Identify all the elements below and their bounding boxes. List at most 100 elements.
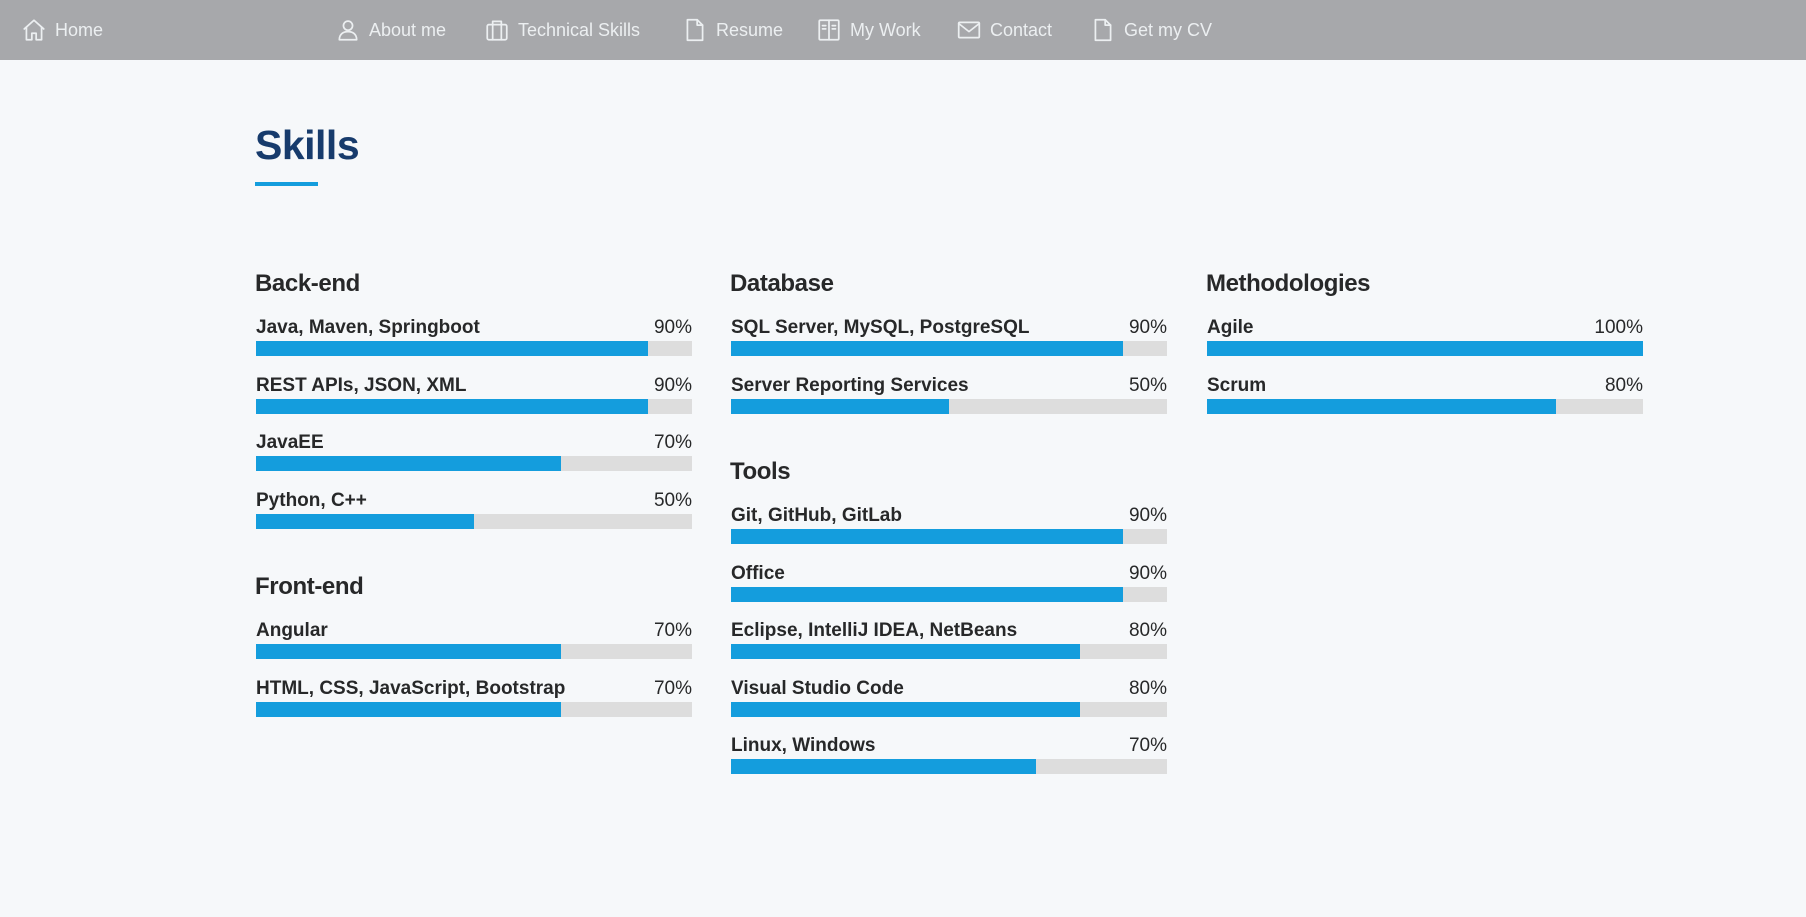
skill-item: Visual Studio Code 80% [730, 677, 1167, 735]
skill-progress-track [256, 701, 692, 717]
skill-progress-track [256, 644, 692, 659]
skill-progress-track [1207, 341, 1643, 356]
top-navigation: Home About me Technical Skills Resume My… [0, 0, 1806, 60]
skill-percent: 70% [653, 620, 692, 641]
skill-percent: 80% [1128, 620, 1167, 641]
skill-percent: 70% [653, 677, 692, 699]
home-icon [23, 19, 45, 41]
skill-item: Angular 70% [255, 619, 692, 677]
skill-progress-fill [256, 456, 562, 471]
skill-name: Office [731, 562, 785, 584]
envelope-icon [957, 21, 981, 39]
skill-item: HTML, CSS, JavaScript, Bootstrap 70% [255, 677, 692, 735]
skill-group-tools: Tools Git, GitHub, GitLab 90% Office 90%… [730, 454, 1167, 792]
skill-item: SQL Server, MySQL, PostgreSQL 90% [730, 316, 1167, 374]
skill-progress-fill [256, 513, 474, 529]
skill-progress-fill [256, 644, 562, 659]
skill-percent: 90% [653, 317, 692, 338]
skill-progress-fill [731, 529, 1124, 544]
skill-item: JavaEE 70% [255, 431, 692, 489]
skill-name: Git, GitHub, GitLab [731, 505, 902, 526]
skill-group-title: Methodologies [1206, 270, 1371, 297]
skill-progress-fill [731, 341, 1124, 356]
skill-progress-track [256, 456, 692, 471]
skill-name: Linux, Windows [731, 735, 876, 756]
skill-group-methodologies: Methodologies Agile 100% Scrum 80% [1206, 266, 1643, 431]
skill-progress-track [731, 586, 1167, 602]
skill-item: Java, Maven, Springboot 90% [255, 316, 692, 374]
skill-progress-fill [731, 759, 1037, 774]
nav-home[interactable]: Home [21, 0, 103, 60]
nav-get-my-cv-label: Get my CV [1124, 19, 1213, 40]
skill-name: Scrum [1207, 374, 1267, 396]
title-underline [255, 182, 318, 186]
skills-column-3: Methodologies Agile 100% Scrum 80% [1206, 266, 1643, 431]
skill-percent: 80% [1128, 677, 1167, 699]
skill-group-title: Tools [730, 458, 791, 485]
skill-group-database: Database SQL Server, MySQL, PostgreSQL 9… [730, 266, 1167, 431]
skills-column-1: Back-end Java, Maven, Springboot 90% RES… [255, 266, 692, 734]
skill-group-title: Front-end [255, 573, 364, 600]
skill-progress-track [731, 701, 1167, 717]
nav-technical-skills[interactable]: Technical Skills [484, 0, 640, 60]
skill-name: Visual Studio Code [731, 677, 904, 699]
skill-group-backend: Back-end Java, Maven, Springboot 90% RES… [255, 266, 692, 546]
skill-progress-track [256, 341, 692, 356]
skill-percent: 50% [653, 489, 692, 511]
skill-progress-track [256, 513, 692, 529]
nav-about-me-label: About me [369, 19, 447, 40]
skill-name: Agile [1207, 317, 1254, 338]
skill-item: Office 90% [730, 562, 1167, 620]
skill-progress-fill [731, 644, 1080, 659]
nav-my-work[interactable]: My Work [816, 0, 921, 60]
book-icon [818, 19, 840, 41]
skill-item: Python, C++ 50% [255, 489, 692, 547]
skill-progress-track [731, 759, 1167, 774]
skills-column-2: Database SQL Server, MySQL, PostgreSQL 9… [730, 266, 1167, 792]
briefcase-icon [486, 20, 508, 41]
nav-resume[interactable]: Resume [682, 0, 783, 60]
skill-percent: 70% [1128, 735, 1167, 756]
skill-progress-fill [731, 586, 1124, 602]
skill-progress-fill [1207, 341, 1643, 356]
skill-percent: 100% [1594, 317, 1643, 338]
skill-name: Java, Maven, Springboot [256, 317, 480, 338]
skill-item: Agile 100% [1206, 316, 1643, 374]
skill-percent: 90% [1128, 505, 1167, 526]
nav-resume-label: Resume [716, 19, 784, 40]
nav-get-my-cv[interactable]: Get my CV [1090, 0, 1212, 60]
skill-name: SQL Server, MySQL, PostgreSQL [731, 317, 1030, 338]
skill-progress-fill [256, 398, 649, 414]
skill-name: REST APIs, JSON, XML [256, 374, 467, 396]
skill-progress-track [256, 398, 692, 414]
skill-progress-track [731, 341, 1167, 356]
skill-item: REST APIs, JSON, XML 90% [255, 374, 692, 432]
skill-percent: 90% [653, 374, 692, 396]
skill-progress-fill [731, 398, 949, 414]
nav-contact[interactable]: Contact [956, 0, 1052, 60]
skill-progress-fill [256, 701, 562, 717]
file-icon [1094, 18, 1112, 42]
skill-name: Eclipse, IntelliJ IDEA, NetBeans [731, 620, 1018, 641]
skill-item: Scrum 80% [1206, 374, 1643, 432]
skill-progress-track [731, 644, 1167, 659]
skill-percent: 90% [1128, 562, 1167, 584]
nav-contact-label: Contact [990, 19, 1053, 40]
skill-progress-fill [1207, 398, 1556, 414]
nav-technical-skills-label: Technical Skills [518, 19, 641, 40]
skill-percent: 70% [653, 432, 692, 453]
skill-name: JavaEE [256, 432, 324, 453]
skill-progress-track [731, 398, 1167, 414]
skill-name: HTML, CSS, JavaScript, Bootstrap [256, 677, 566, 699]
skill-name: Angular [256, 620, 328, 641]
person-icon [338, 20, 358, 41]
skill-item: Git, GitHub, GitLab 90% [730, 504, 1167, 562]
skill-item: Server Reporting Services 50% [730, 374, 1167, 432]
section-title: Skills [255, 122, 360, 168]
skill-item: Eclipse, IntelliJ IDEA, NetBeans 80% [730, 619, 1167, 677]
skill-item: Linux, Windows 70% [730, 734, 1167, 792]
nav-about-me[interactable]: About me [335, 0, 446, 60]
skill-progress-fill [256, 341, 649, 356]
file-icon [686, 18, 704, 42]
skill-name: Server Reporting Services [731, 374, 969, 396]
